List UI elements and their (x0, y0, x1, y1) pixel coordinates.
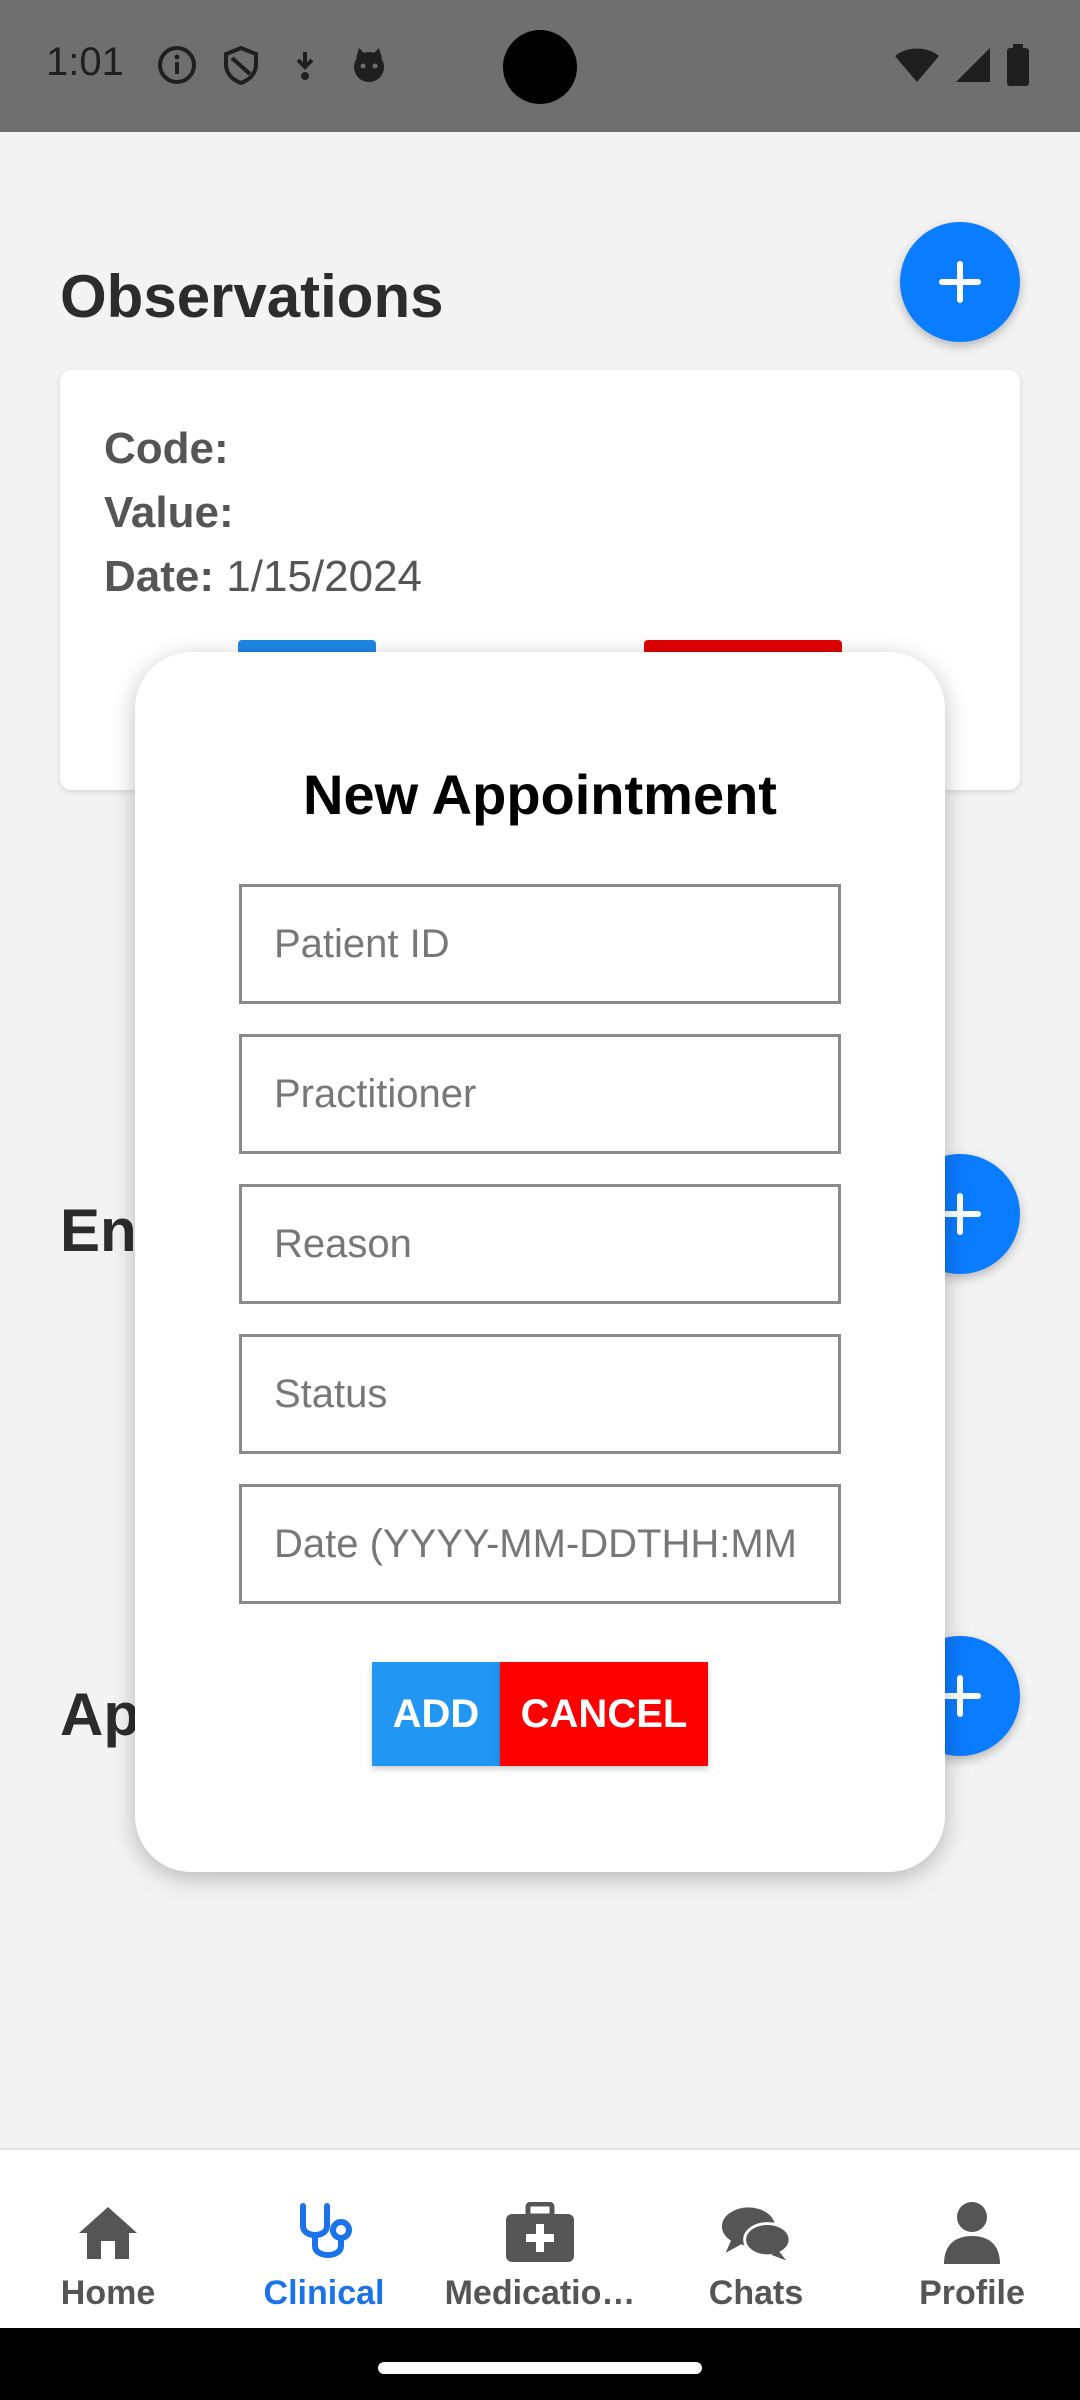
download-icon (284, 44, 326, 86)
status-bar: 1:01 (0, 0, 1080, 132)
nav-label-home: Home (60, 2274, 156, 2312)
nav-item-chats[interactable]: Chats (648, 2150, 864, 2328)
home-gesture-handle[interactable] (378, 2362, 702, 2374)
new-appointment-dialog: New Appointment ADD CANCEL (135, 652, 945, 1872)
dialog-title: New Appointment (303, 763, 777, 826)
appointments-title: Ap (60, 1681, 140, 1748)
battery-icon (1006, 44, 1030, 91)
nav-label-chats: Chats (708, 2274, 804, 2312)
bottom-navigation: Home Clinical Medicatio… Chats Profile (0, 2148, 1080, 2328)
date-input[interactable] (239, 1484, 841, 1604)
status-time: 1:01 (46, 40, 124, 84)
nav-item-clinical[interactable]: Clinical (216, 2150, 432, 2328)
profile-icon (936, 2200, 1008, 2266)
cancel-button[interactable]: CANCEL (500, 1662, 708, 1766)
status-notification-icons (156, 44, 390, 86)
nav-item-home[interactable]: Home (0, 2150, 216, 2328)
info-icon (156, 44, 198, 86)
value-label: Value: (104, 488, 234, 537)
nav-item-medications[interactable]: Medicatio… (432, 2150, 648, 2328)
stethoscope-icon (288, 2200, 360, 2266)
encounters-title: En (60, 1197, 137, 1264)
add-observation-button[interactable] (900, 222, 1020, 342)
nav-label-profile: Profile (919, 2274, 1025, 2312)
reason-input[interactable] (239, 1184, 841, 1304)
code-label: Code: (104, 424, 229, 473)
signal-icon (954, 46, 992, 89)
camera-cutout (503, 30, 577, 104)
practitioner-input[interactable] (239, 1034, 841, 1154)
home-icon (72, 2200, 144, 2266)
observation-date: Date: 1/15/2024 (104, 552, 422, 602)
add-button[interactable]: ADD (372, 1662, 500, 1766)
wifi-icon (894, 46, 940, 89)
medical-kit-icon (504, 2200, 576, 2266)
observation-code: Code: (104, 424, 229, 474)
date-value: 1/15/2024 (226, 552, 423, 601)
patient-id-input[interactable] (239, 884, 841, 1004)
cat-face-icon (348, 44, 390, 86)
observations-title: Observations (60, 263, 444, 330)
observation-value: Value: (104, 488, 234, 538)
nav-label-clinical: Clinical (263, 2274, 385, 2312)
shield-icon (220, 44, 262, 86)
plus-icon (939, 261, 981, 303)
status-system-icons (894, 44, 1030, 91)
nav-item-profile[interactable]: Profile (864, 2150, 1080, 2328)
nav-label-medications: Medicatio… (444, 2274, 636, 2312)
status-input[interactable] (239, 1334, 841, 1454)
date-label: Date: (104, 552, 215, 601)
chats-icon (720, 2200, 792, 2266)
